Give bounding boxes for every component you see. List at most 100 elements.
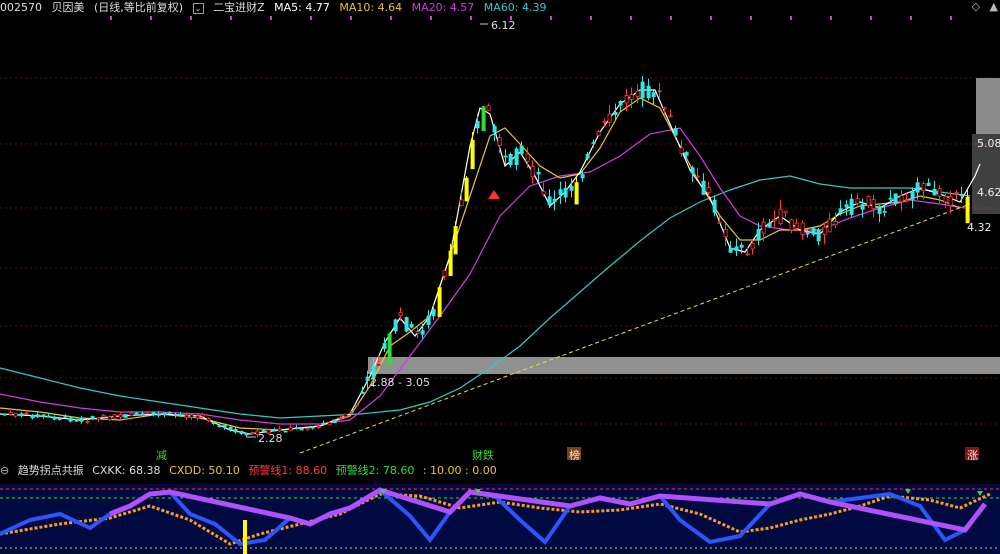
candle-body bbox=[184, 414, 189, 418]
candle-body bbox=[233, 429, 238, 433]
candle-body bbox=[910, 191, 915, 200]
candle-body bbox=[398, 312, 403, 317]
candle-body bbox=[794, 222, 799, 229]
candle-body bbox=[536, 171, 541, 175]
candle-body bbox=[354, 404, 359, 407]
window-controls: ◇ ▲ bbox=[966, 0, 998, 13]
trend-line bbox=[299, 203, 971, 454]
candle-body bbox=[46, 415, 51, 418]
indicator-chart[interactable] bbox=[0, 484, 1000, 554]
candle-body bbox=[30, 414, 35, 419]
candle-body bbox=[464, 177, 469, 202]
chart-mode[interactable]: (日线,等比前复权) bbox=[94, 1, 183, 14]
candle-body bbox=[635, 90, 640, 97]
candle-body bbox=[717, 221, 722, 224]
sell-marker-icon bbox=[488, 190, 500, 199]
top-marker-dot bbox=[750, 16, 752, 20]
candle-body bbox=[629, 94, 634, 100]
top-marker-dot bbox=[950, 16, 952, 20]
candle-body bbox=[525, 153, 530, 162]
top-marker-dot bbox=[150, 16, 152, 20]
candle-body bbox=[453, 226, 458, 255]
candle-body bbox=[899, 195, 904, 203]
candle-body bbox=[662, 107, 667, 110]
stock-name[interactable]: 贝因美 bbox=[52, 1, 85, 14]
candle-body bbox=[19, 413, 24, 417]
candle-body bbox=[860, 204, 865, 210]
candle-body bbox=[948, 196, 953, 206]
kline-chart[interactable]: 6.12 2.28 2.88 - 3.05 5.08 4.62 4.32 减 财… bbox=[0, 16, 1000, 460]
candle-body bbox=[299, 428, 304, 431]
candle-body bbox=[57, 418, 62, 420]
candle-body bbox=[563, 187, 568, 198]
candle-body bbox=[497, 137, 502, 146]
candle-body bbox=[332, 419, 337, 424]
candle-body bbox=[200, 413, 205, 417]
indicator-title[interactable]: 趋势拐点共振 bbox=[18, 464, 84, 477]
chevron-down-icon[interactable]: ⌄ bbox=[192, 3, 204, 14]
chart-header: 002570 贝因美 (日线,等比前复权) ⌄ 二宝进财Z MA5: 4.77 … bbox=[0, 0, 553, 16]
price-label-1: 5.08 bbox=[977, 137, 1000, 150]
top-marker-dot bbox=[670, 16, 672, 20]
candle-body bbox=[63, 415, 68, 418]
candle-body bbox=[277, 428, 282, 432]
candle-body bbox=[349, 412, 354, 415]
ma10-value: MA10: 4.64 bbox=[339, 1, 403, 14]
candle-body bbox=[470, 139, 475, 170]
candle-body bbox=[409, 323, 414, 328]
indicator-name[interactable]: 二宝进财Z bbox=[213, 1, 265, 14]
candle-body bbox=[79, 417, 84, 422]
candle-body bbox=[651, 92, 656, 98]
candle-body bbox=[723, 229, 728, 238]
top-marker-dot bbox=[110, 16, 112, 20]
candle-body bbox=[129, 412, 134, 417]
resistance-box bbox=[976, 78, 1000, 134]
collapse-icon[interactable]: ▲ bbox=[990, 0, 998, 13]
ma5-value: MA5: 4.77 bbox=[274, 1, 330, 14]
candle-body bbox=[442, 270, 447, 277]
candle-body bbox=[228, 426, 233, 431]
candle-body bbox=[134, 412, 139, 416]
diamond-icon[interactable]: ◇ bbox=[972, 0, 980, 13]
candle-body bbox=[805, 231, 810, 235]
candle-body bbox=[431, 308, 436, 317]
candle-body bbox=[932, 188, 937, 196]
candle-body bbox=[816, 229, 821, 242]
candle-body bbox=[41, 414, 46, 417]
candle-body bbox=[965, 196, 970, 224]
candle-body bbox=[503, 155, 508, 158]
indicator-header: ⊖ 趋势拐点共振 CXKK: 68.38 CXDD: 50.10 预警线1: 8… bbox=[0, 463, 502, 479]
mark-list: 榜 bbox=[569, 448, 580, 460]
candle-body bbox=[420, 330, 425, 335]
candle-body bbox=[140, 413, 145, 416]
ma5-line bbox=[0, 89, 981, 435]
candle-body bbox=[937, 188, 942, 197]
candle-body bbox=[530, 166, 535, 178]
candle-body bbox=[360, 392, 365, 394]
candle-body bbox=[123, 414, 128, 418]
candle-body bbox=[871, 199, 876, 210]
ma10-line bbox=[0, 97, 961, 431]
candle-body bbox=[492, 125, 497, 133]
candle-body bbox=[822, 226, 827, 235]
candle-body bbox=[167, 411, 172, 414]
candle-body bbox=[783, 210, 788, 214]
top-marker-dot bbox=[630, 16, 632, 20]
ma60-line bbox=[0, 175, 971, 419]
candle-body bbox=[514, 148, 519, 166]
stock-code[interactable]: 002570 bbox=[0, 1, 42, 14]
candle-body bbox=[404, 317, 409, 332]
collapse-icon[interactable]: ⊖ bbox=[0, 464, 9, 477]
ma20-line bbox=[0, 127, 966, 425]
candle-body bbox=[701, 180, 706, 195]
candle-body bbox=[24, 412, 29, 415]
ma60-value: MA60: 4.39 bbox=[483, 1, 547, 14]
candle-body bbox=[833, 221, 838, 226]
candle-body bbox=[68, 417, 73, 422]
candle-body bbox=[8, 411, 13, 415]
candle-body bbox=[244, 432, 249, 436]
candle-body bbox=[569, 185, 574, 191]
candle-body bbox=[849, 198, 854, 215]
candle-body bbox=[343, 413, 348, 418]
top-marker-dot bbox=[270, 16, 272, 20]
